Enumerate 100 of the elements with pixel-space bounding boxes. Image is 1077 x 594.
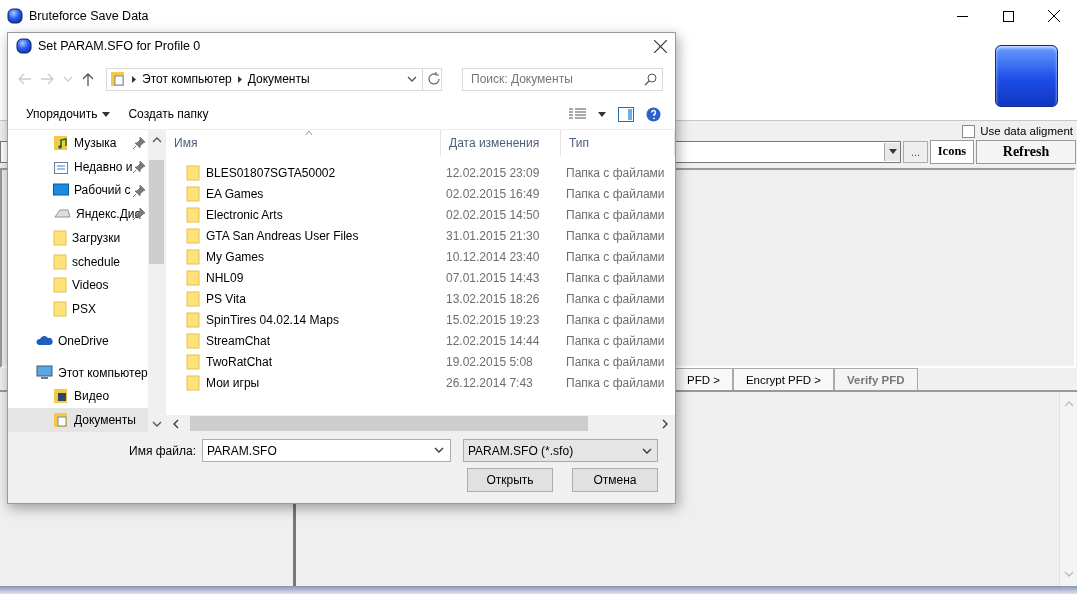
folder-icon <box>53 253 67 270</box>
folder-icon <box>53 277 67 294</box>
scrollbar[interactable] <box>148 130 165 432</box>
checkbox[interactable] <box>962 124 976 138</box>
file-name[interactable]: Electronic Arts <box>206 207 283 222</box>
nav-item[interactable]: Загрузки <box>8 226 148 250</box>
open-button[interactable]: Открыть <box>467 468 553 492</box>
file-name[interactable]: GTA San Andreas User Files <box>206 228 359 243</box>
file-name[interactable]: PS Vita <box>206 291 246 306</box>
type-cell-text: Папка с файлами <box>565 312 666 327</box>
type-cell-text: Папка с файлами <box>565 165 666 180</box>
file-name[interactable]: EA Games <box>206 186 264 201</box>
nav-item[interactable]: Яндекс.Дис <box>8 202 148 226</box>
view-toggle-button[interactable]: Icons <box>930 139 974 164</box>
folder-icon <box>186 206 200 223</box>
new-folder-button[interactable]: Создать папку <box>126 105 211 123</box>
folder-icon <box>186 164 200 181</box>
date-cell-text: 12.02.2015 14:44 <box>445 333 541 348</box>
file-name-label: Имя файла: <box>129 443 196 458</box>
type-cell-text: Папка с файлами <box>565 249 666 264</box>
file-type-select[interactable]: PARAM.SFO (*.sfo) <box>463 439 658 462</box>
folder-icon <box>186 269 200 286</box>
file-name[interactable]: NHL09 <box>206 270 244 285</box>
tab[interactable]: Verify PFD <box>834 368 918 390</box>
nav-item[interactable]: PSX <box>8 297 148 321</box>
breadcrumb-item[interactable]: Этот компьютер <box>142 72 232 86</box>
scrollbar[interactable] <box>166 415 675 432</box>
type-cell-text: Папка с файлами <box>565 186 666 201</box>
folder-icon <box>186 290 200 307</box>
file-name-field[interactable]: PARAM.SFO <box>202 439 451 462</box>
nav-item[interactable]: OneDrive <box>8 329 148 353</box>
caret-icon <box>102 111 111 117</box>
caret-icon <box>598 111 606 117</box>
caret-icon <box>888 149 897 154</box>
column-header[interactable]: Тип <box>561 130 675 156</box>
date-cell-text: 31.01.2015 21:30 <box>445 228 541 243</box>
desktop-icon <box>53 183 69 198</box>
video-folder-icon <box>53 388 69 405</box>
sort-caret-icon <box>305 130 313 135</box>
nav-item[interactable]: schedule <box>8 249 148 274</box>
column-header[interactable]: Дата изменения <box>441 130 561 156</box>
address-bar[interactable]: Этот компьютер Документы <box>106 67 442 91</box>
search-field[interactable]: Поиск: Документы <box>462 67 663 91</box>
type-cell-text: Папка с файлами <box>565 228 666 243</box>
folder-icon <box>186 332 200 349</box>
type-cell-text: Папка с файлами <box>565 354 666 369</box>
app-icon <box>7 8 23 24</box>
file-name[interactable]: SpinTires 04.02.14 Maps <box>206 312 339 327</box>
type-cell-text: Папка с файлами <box>565 270 666 285</box>
nav-item[interactable]: Недавно и <box>8 154 148 179</box>
up-arrow-icon[interactable] <box>82 72 94 86</box>
documents-folder-icon <box>53 412 69 429</box>
nav-item[interactable]: Рабочий с <box>8 178 148 203</box>
file-name[interactable]: BLES01807SGTA50002 <box>206 165 336 180</box>
computer-icon <box>36 364 53 381</box>
folder-icon <box>186 311 200 328</box>
file-name[interactable]: Мои игры <box>206 375 260 390</box>
app-logo-button[interactable] <box>995 45 1058 107</box>
nav-item[interactable]: Документы <box>8 408 148 432</box>
tab[interactable]: Encrypt PFD > <box>732 368 834 390</box>
nav-item[interactable]: Этот компьютер <box>8 360 148 385</box>
tab[interactable]: PFD > <box>674 368 733 390</box>
type-cell-text: Папка с файлами <box>565 333 666 348</box>
close-icon[interactable] <box>653 39 667 53</box>
date-cell-text: 15.02.2015 19:23 <box>445 312 541 327</box>
folder-icon <box>186 248 200 265</box>
file-name[interactable]: StreamChat <box>206 333 271 348</box>
type-cell-text: Папка с файлами <box>565 207 666 222</box>
preview-pane-icon[interactable] <box>618 106 634 122</box>
breadcrumb-item[interactable]: Документы <box>247 72 310 86</box>
type-cell-text: Папка с файлами <box>565 375 666 390</box>
date-cell-text: 07.01.2015 14:43 <box>445 270 541 285</box>
caret-icon <box>237 75 242 83</box>
caret-icon <box>132 75 136 83</box>
refresh-button[interactable]: Refresh <box>976 139 1076 164</box>
help-icon[interactable] <box>646 106 661 122</box>
cloud-icon <box>36 335 53 347</box>
folder-icon <box>186 185 200 202</box>
music-folder-icon <box>53 134 69 151</box>
browse-button[interactable]: ... <box>903 140 928 163</box>
column-header[interactable]: Имя <box>166 130 441 156</box>
organize-menu-button[interactable]: Упорядочить <box>24 105 113 123</box>
file-name[interactable]: TwoRatChat <box>206 354 273 369</box>
refresh-icon[interactable] <box>427 72 441 86</box>
dialog-title: Set PARAM.SFO for Profile 0 <box>38 39 201 53</box>
folder-icon <box>186 374 200 391</box>
minimize-icon[interactable] <box>956 15 968 17</box>
type-cell-text: Папка с файлами <box>565 291 666 306</box>
date-cell-text: 13.02.2015 18:26 <box>445 291 541 306</box>
file-name[interactable]: My Games <box>206 249 264 264</box>
nav-item[interactable]: Музыка <box>8 131 148 155</box>
documents-folder-icon <box>110 71 126 87</box>
nav-item[interactable]: Видео <box>8 384 148 409</box>
maximize-icon[interactable] <box>1002 10 1014 22</box>
folder-icon <box>186 353 200 370</box>
checkbox-label: Use data aligment <box>980 125 1073 137</box>
nav-item[interactable]: Videos <box>8 273 148 298</box>
cancel-button[interactable]: Отмена <box>572 468 658 492</box>
app-icon <box>16 38 32 54</box>
close-icon[interactable] <box>1048 10 1060 22</box>
